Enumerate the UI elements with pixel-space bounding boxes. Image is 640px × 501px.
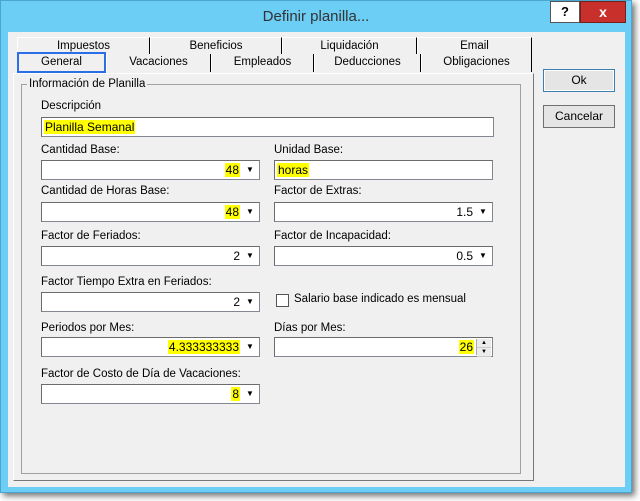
- factor-costo-vacaciones-label: Factor de Costo de Día de Vacaciones:: [41, 368, 241, 380]
- unidad-base-label: Unidad Base:: [274, 144, 344, 156]
- factor-incapacidad-value: 0.5: [456, 249, 473, 263]
- spinner-control[interactable]: ▲ ▼: [476, 339, 491, 357]
- chevron-down-icon[interactable]: ▼: [242, 294, 258, 310]
- window-title: Definir planilla...: [262, 8, 370, 25]
- ok-button[interactable]: Ok: [543, 69, 615, 92]
- descripcion-label: Descripción: [41, 100, 102, 112]
- tab-strip: Impuestos Beneficios Liquidación Email G…: [17, 36, 532, 74]
- factor-tiempo-extra-feriados-value: 2: [233, 295, 240, 309]
- factor-costo-vacaciones-value: 8: [231, 387, 240, 401]
- dias-por-mes-label: Días por Mes:: [274, 322, 346, 334]
- group-label: Información de Planilla: [27, 78, 148, 90]
- periodos-por-mes-select[interactable]: 4.333333333 ▼: [41, 337, 260, 357]
- cantidad-base-select[interactable]: 48 ▼: [41, 160, 260, 180]
- dias-por-mes-value: 26: [458, 340, 474, 354]
- tab-vacaciones[interactable]: Vacaciones: [106, 54, 211, 72]
- descripcion-value: Planilla Semanal: [44, 120, 136, 134]
- cantidad-base-value: 48: [224, 163, 240, 177]
- spin-up-icon[interactable]: ▲: [477, 339, 491, 348]
- periodos-por-mes-label: Periodos por Mes:: [41, 322, 135, 334]
- help-button[interactable]: ?: [550, 1, 580, 23]
- chevron-down-icon[interactable]: ▼: [242, 248, 258, 264]
- factor-feriados-label: Factor de Feriados:: [41, 230, 141, 242]
- cantidad-horas-base-select[interactable]: 48 ▼: [41, 202, 260, 222]
- chevron-down-icon[interactable]: ▼: [242, 386, 258, 402]
- salario-mensual-checkbox[interactable]: [276, 294, 289, 307]
- factor-tiempo-extra-feriados-select[interactable]: 2 ▼: [41, 292, 260, 312]
- dialog-client-area: Impuestos Beneficios Liquidación Email G…: [8, 32, 625, 487]
- tab-empleados[interactable]: Empleados: [211, 54, 314, 72]
- chevron-down-icon[interactable]: ▼: [242, 339, 258, 355]
- chevron-down-icon[interactable]: ▼: [475, 248, 491, 264]
- tab-general[interactable]: General: [17, 52, 106, 73]
- descripcion-input[interactable]: Planilla Semanal: [41, 117, 494, 137]
- chevron-down-icon[interactable]: ▼: [242, 204, 258, 220]
- cantidad-base-label: Cantidad Base:: [41, 144, 120, 156]
- tab-liquidacion[interactable]: Liquidación: [282, 37, 417, 55]
- dialog-window: Definir planilla... ? x Impuestos Benefi…: [0, 0, 632, 493]
- unidad-base-input[interactable]: horas: [274, 160, 493, 180]
- factor-tiempo-extra-feriados-label: Factor Tiempo Extra en Feriados:: [41, 276, 212, 288]
- tab-email[interactable]: Email: [417, 37, 532, 55]
- factor-extras-value: 1.5: [456, 205, 473, 219]
- tab-beneficios[interactable]: Beneficios: [150, 37, 282, 55]
- tab-obligaciones[interactable]: Obligaciones: [421, 54, 532, 72]
- factor-costo-vacaciones-select[interactable]: 8 ▼: [41, 384, 260, 404]
- factor-incapacidad-label: Factor de Incapacidad:: [274, 230, 391, 242]
- chevron-down-icon[interactable]: ▼: [242, 162, 258, 178]
- factor-feriados-select[interactable]: 2 ▼: [41, 246, 260, 266]
- factor-extras-label: Factor de Extras:: [274, 185, 362, 197]
- close-button[interactable]: x: [580, 1, 626, 23]
- dias-por-mes-spinner[interactable]: 26 ▲ ▼: [274, 337, 493, 357]
- salario-mensual-label: Salario base indicado es mensual: [294, 293, 466, 305]
- factor-incapacidad-select[interactable]: 0.5 ▼: [274, 246, 493, 266]
- title-bar[interactable]: Definir planilla... ? x: [1, 1, 631, 33]
- tab-deducciones[interactable]: Deducciones: [314, 54, 421, 72]
- unidad-base-value: horas: [277, 163, 310, 177]
- spin-down-icon[interactable]: ▼: [477, 348, 491, 357]
- chevron-down-icon[interactable]: ▼: [475, 204, 491, 220]
- factor-feriados-value: 2: [233, 249, 240, 263]
- periodos-por-mes-value: 4.333333333: [167, 340, 240, 354]
- cancel-button[interactable]: Cancelar: [543, 105, 615, 128]
- factor-extras-select[interactable]: 1.5 ▼: [274, 202, 493, 222]
- cantidad-horas-base-value: 48: [224, 205, 240, 219]
- cantidad-horas-base-label: Cantidad de Horas Base:: [41, 185, 170, 197]
